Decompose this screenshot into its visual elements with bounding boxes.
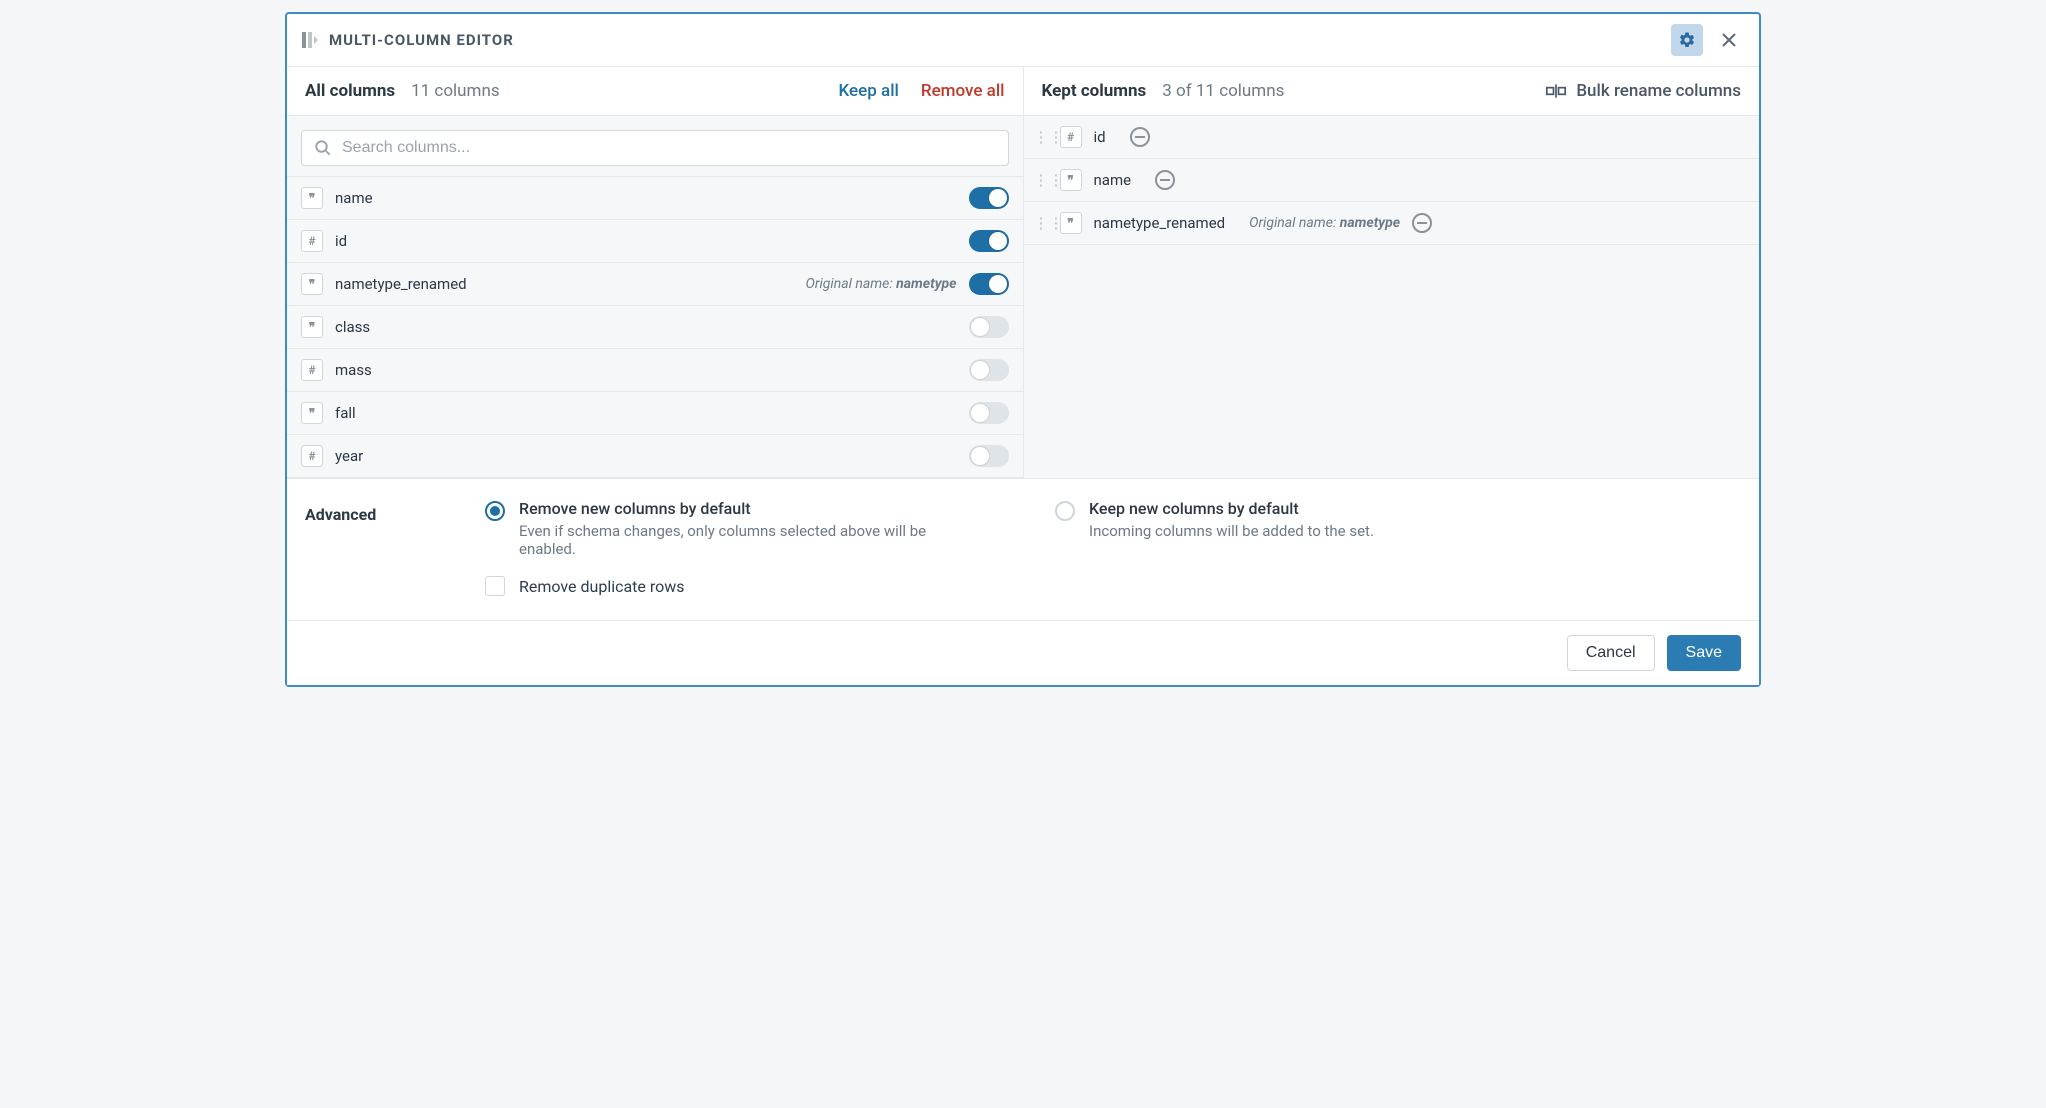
editor-body: ❞ name # id ❞ nametype_renamed Original name: … bbox=[287, 116, 1759, 478]
all-columns-title: All columns bbox=[305, 81, 395, 101]
string-type-icon: ❞ bbox=[1060, 169, 1082, 191]
column-row: ❞ name bbox=[287, 176, 1023, 219]
save-button[interactable]: Save bbox=[1667, 635, 1741, 671]
column-toggle[interactable] bbox=[969, 359, 1009, 381]
column-name: nametype_renamed bbox=[335, 275, 467, 293]
drag-handle-icon[interactable]: ⋮⋮ bbox=[1034, 171, 1048, 189]
remove-column-button[interactable] bbox=[1155, 170, 1175, 190]
opt1-title: Remove new columns by default bbox=[519, 499, 965, 518]
kept-column-row: ⋮⋮ # id bbox=[1024, 116, 1760, 159]
all-columns-count: 11 columns bbox=[411, 81, 500, 101]
number-type-icon: # bbox=[301, 230, 323, 252]
column-toggle[interactable] bbox=[969, 445, 1009, 467]
bulk-rename-button[interactable]: Bulk rename columns bbox=[1546, 81, 1741, 101]
number-type-icon: # bbox=[301, 445, 323, 467]
cancel-button[interactable]: Cancel bbox=[1567, 635, 1655, 671]
string-type-icon: ❞ bbox=[1060, 212, 1082, 234]
remove-column-button[interactable] bbox=[1130, 127, 1150, 147]
remove-duplicate-rows-option[interactable]: Remove duplicate rows bbox=[485, 576, 1741, 596]
kept-column-row: ⋮⋮ ❞ nametype_renamed Original name: namety… bbox=[1024, 202, 1760, 245]
close-icon bbox=[1722, 33, 1736, 47]
kept-columns-count: 3 of 11 columns bbox=[1162, 81, 1284, 101]
kept-column-name: id bbox=[1094, 128, 1106, 146]
column-row: ❞ nametype_renamed Original name: nametype bbox=[287, 262, 1023, 305]
remove-all-link[interactable]: Remove all bbox=[921, 81, 1005, 101]
kept-columns-header: Kept columns 3 of 11 columns Bulk rename… bbox=[1024, 67, 1760, 115]
footer: Cancel Save bbox=[287, 620, 1759, 685]
all-columns-header: All columns 11 columns Keep all Remove a… bbox=[287, 67, 1024, 115]
gear-icon bbox=[1678, 31, 1696, 49]
radio-checked-icon[interactable] bbox=[485, 501, 505, 521]
string-type-icon: ❞ bbox=[301, 316, 323, 338]
string-type-icon: ❞ bbox=[301, 273, 323, 295]
number-type-icon: # bbox=[1060, 126, 1082, 148]
keep-new-columns-option[interactable]: Keep new columns by default Incoming col… bbox=[1055, 499, 1374, 558]
column-row: # id bbox=[287, 219, 1023, 262]
opt1-desc: Even if schema changes, only columns sel… bbox=[519, 522, 965, 558]
column-row: ❞ fall bbox=[287, 391, 1023, 434]
radio-unchecked-icon[interactable] bbox=[1055, 501, 1075, 521]
column-toggle[interactable] bbox=[969, 187, 1009, 209]
kept-column-name: name bbox=[1094, 171, 1132, 189]
string-type-icon: ❞ bbox=[301, 402, 323, 424]
column-toggle[interactable] bbox=[969, 230, 1009, 252]
column-name: class bbox=[335, 318, 370, 336]
column-name: name bbox=[335, 189, 373, 207]
remove-column-button[interactable] bbox=[1412, 213, 1432, 233]
kept-columns-title: Kept columns bbox=[1042, 81, 1147, 101]
search-box[interactable] bbox=[301, 130, 1009, 166]
column-name: mass bbox=[335, 361, 372, 379]
original-name-label: Original name: nametype bbox=[1249, 215, 1400, 231]
kept-columns-pane: ⋮⋮ # id ⋮⋮ ❞ name ⋮⋮ ❞ nametype_renamed Original … bbox=[1024, 116, 1760, 478]
panel-header: MULTI-COLUMN EDITOR bbox=[287, 14, 1759, 67]
column-name: fall bbox=[335, 404, 356, 422]
column-toggle[interactable] bbox=[969, 273, 1009, 295]
bulk-rename-label: Bulk rename columns bbox=[1576, 81, 1741, 101]
advanced-label: Advanced bbox=[305, 499, 425, 596]
checkbox-icon[interactable] bbox=[485, 576, 505, 596]
subheader: All columns 11 columns Keep all Remove a… bbox=[287, 67, 1759, 116]
close-button[interactable] bbox=[1713, 24, 1745, 56]
column-row: ❞ class bbox=[287, 305, 1023, 348]
panel-title: MULTI-COLUMN EDITOR bbox=[329, 31, 514, 49]
drag-handle-icon[interactable]: ⋮⋮ bbox=[1034, 128, 1048, 146]
opt2-desc: Incoming columns will be added to the se… bbox=[1089, 522, 1374, 540]
opt2-title: Keep new columns by default bbox=[1089, 499, 1374, 518]
search-icon bbox=[314, 139, 332, 157]
string-type-icon: ❞ bbox=[301, 187, 323, 209]
column-name: id bbox=[335, 232, 347, 250]
remove-new-columns-option[interactable]: Remove new columns by default Even if sc… bbox=[485, 499, 965, 558]
all-columns-list: ❞ name # id ❞ nametype_renamed Original name: … bbox=[287, 176, 1023, 478]
column-row: # mass bbox=[287, 348, 1023, 391]
multi-column-editor-panel: MULTI-COLUMN EDITOR All columns 11 colum… bbox=[285, 12, 1761, 687]
column-toggle[interactable] bbox=[969, 316, 1009, 338]
original-name-label: Original name: nametype bbox=[806, 276, 957, 292]
kept-columns-list: ⋮⋮ # id ⋮⋮ ❞ name ⋮⋮ ❞ nametype_renamed Original … bbox=[1024, 116, 1760, 245]
settings-button[interactable] bbox=[1671, 24, 1703, 56]
number-type-icon: # bbox=[301, 359, 323, 381]
search-input[interactable] bbox=[342, 139, 996, 157]
columns-icon bbox=[301, 31, 319, 49]
all-columns-pane: ❞ name # id ❞ nametype_renamed Original name: … bbox=[287, 116, 1024, 478]
column-toggle[interactable] bbox=[969, 402, 1009, 424]
dup-label: Remove duplicate rows bbox=[519, 577, 685, 596]
keep-all-link[interactable]: Keep all bbox=[839, 81, 899, 101]
drag-handle-icon[interactable]: ⋮⋮ bbox=[1034, 214, 1048, 232]
rename-icon bbox=[1546, 83, 1566, 99]
kept-column-row: ⋮⋮ ❞ name bbox=[1024, 159, 1760, 202]
kept-column-name: nametype_renamed bbox=[1094, 214, 1226, 232]
advanced-section: Advanced Remove new columns by default E… bbox=[287, 478, 1759, 620]
column-row: # year bbox=[287, 434, 1023, 478]
column-name: year bbox=[335, 447, 363, 465]
